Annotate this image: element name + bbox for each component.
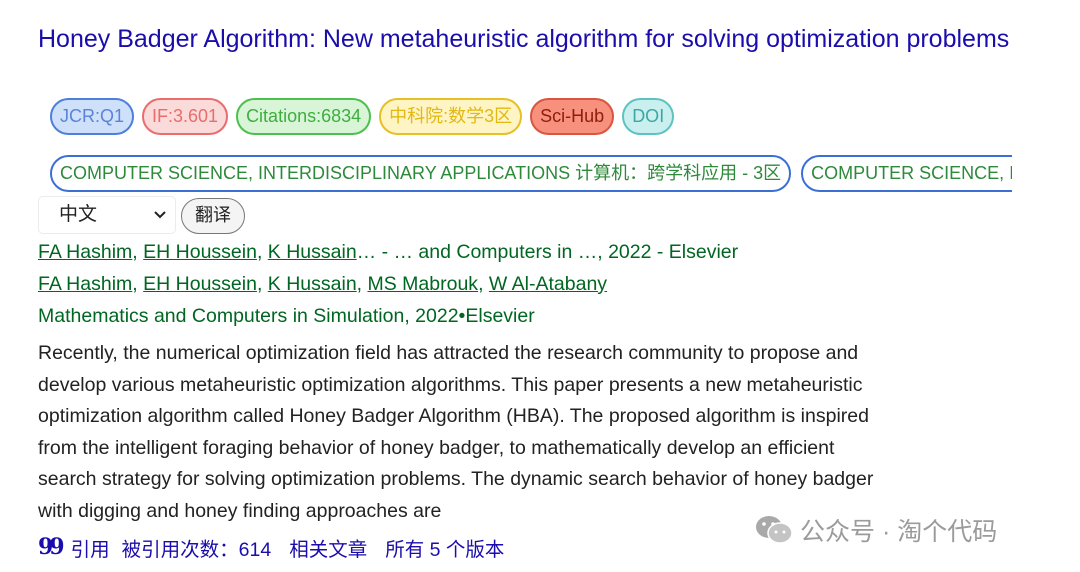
jcr-badge[interactable]: JCR:Q1: [50, 98, 135, 135]
cite-link[interactable]: 引用: [71, 533, 110, 562]
scihub-button[interactable]: Sci-Hub: [530, 98, 615, 135]
result-title-link[interactable]: Honey Badger Algorithm: New metaheuristi…: [38, 24, 1018, 55]
author-link[interactable]: FA Hashim: [38, 273, 132, 295]
wechat-icon: [756, 516, 793, 544]
watermark-text: 公众号 · 淘个代码: [800, 518, 998, 546]
all-versions-link[interactable]: 所有 5 个版本: [385, 533, 504, 562]
author-link[interactable]: W Al-Atabany: [489, 273, 607, 295]
doi-button[interactable]: DOI: [622, 98, 675, 135]
category-row: COMPUTER SCIENCE, INTERDISCIPLINARY APPL…: [50, 155, 1012, 192]
author-link[interactable]: EH Houssein: [143, 241, 257, 263]
badge-row: JCR:Q1 IF:3.601 Citations:6834 中科院:数学3区 …: [50, 98, 675, 135]
journal-line: Mathematics and Computers in Simulation,…: [38, 305, 535, 327]
abstract-snippet: Recently, the numerical optimization fie…: [38, 342, 874, 522]
author-link[interactable]: EH Houssein: [143, 273, 257, 295]
category-tag[interactable]: COMPUTER SCIENCE, INTERDISCIPLINARY APPL…: [50, 155, 792, 192]
author-link[interactable]: FA Hashim: [38, 241, 132, 263]
cas-zone-badge[interactable]: 中科院:数学3区: [379, 98, 523, 135]
impact-factor-badge[interactable]: IF:3.601: [142, 98, 229, 135]
citations-badge[interactable]: Citations:6834: [236, 98, 372, 135]
search-result: Honey Badger Algorithm: New metaheuristi…: [0, 0, 1080, 572]
full-author-line: FA Hashim, EH Houssein, K Hussain, MS Ma…: [38, 273, 608, 295]
source-snippet: … - … and Computers in …, 2022 - Elsevie…: [356, 241, 739, 263]
author-link[interactable]: K Hussain: [268, 241, 357, 263]
category-tag[interactable]: COMPUTER SCIENCE, INTERDISCIPLINARY APPL…: [801, 155, 1012, 192]
author-link[interactable]: K Hussain: [268, 273, 357, 295]
result-footer: 99 引用 被引用次数：614 相关文章 所有 5 个版本: [38, 533, 516, 561]
related-articles-link[interactable]: 相关文章: [289, 533, 367, 562]
watermark: 公众号 · 淘个代码: [754, 512, 997, 548]
language-select[interactable]: 中文: [38, 196, 176, 234]
cited-by-link[interactable]: 被引用次数：614: [122, 533, 272, 562]
translate-button[interactable]: 翻译: [181, 198, 245, 234]
author-link[interactable]: MS Mabrouk: [368, 273, 479, 295]
quote-icon[interactable]: 99: [38, 534, 65, 560]
language-select-value: 中文: [59, 204, 98, 225]
short-author-line: FA Hashim, EH Houssein, K Hussain… - … a…: [38, 241, 739, 263]
